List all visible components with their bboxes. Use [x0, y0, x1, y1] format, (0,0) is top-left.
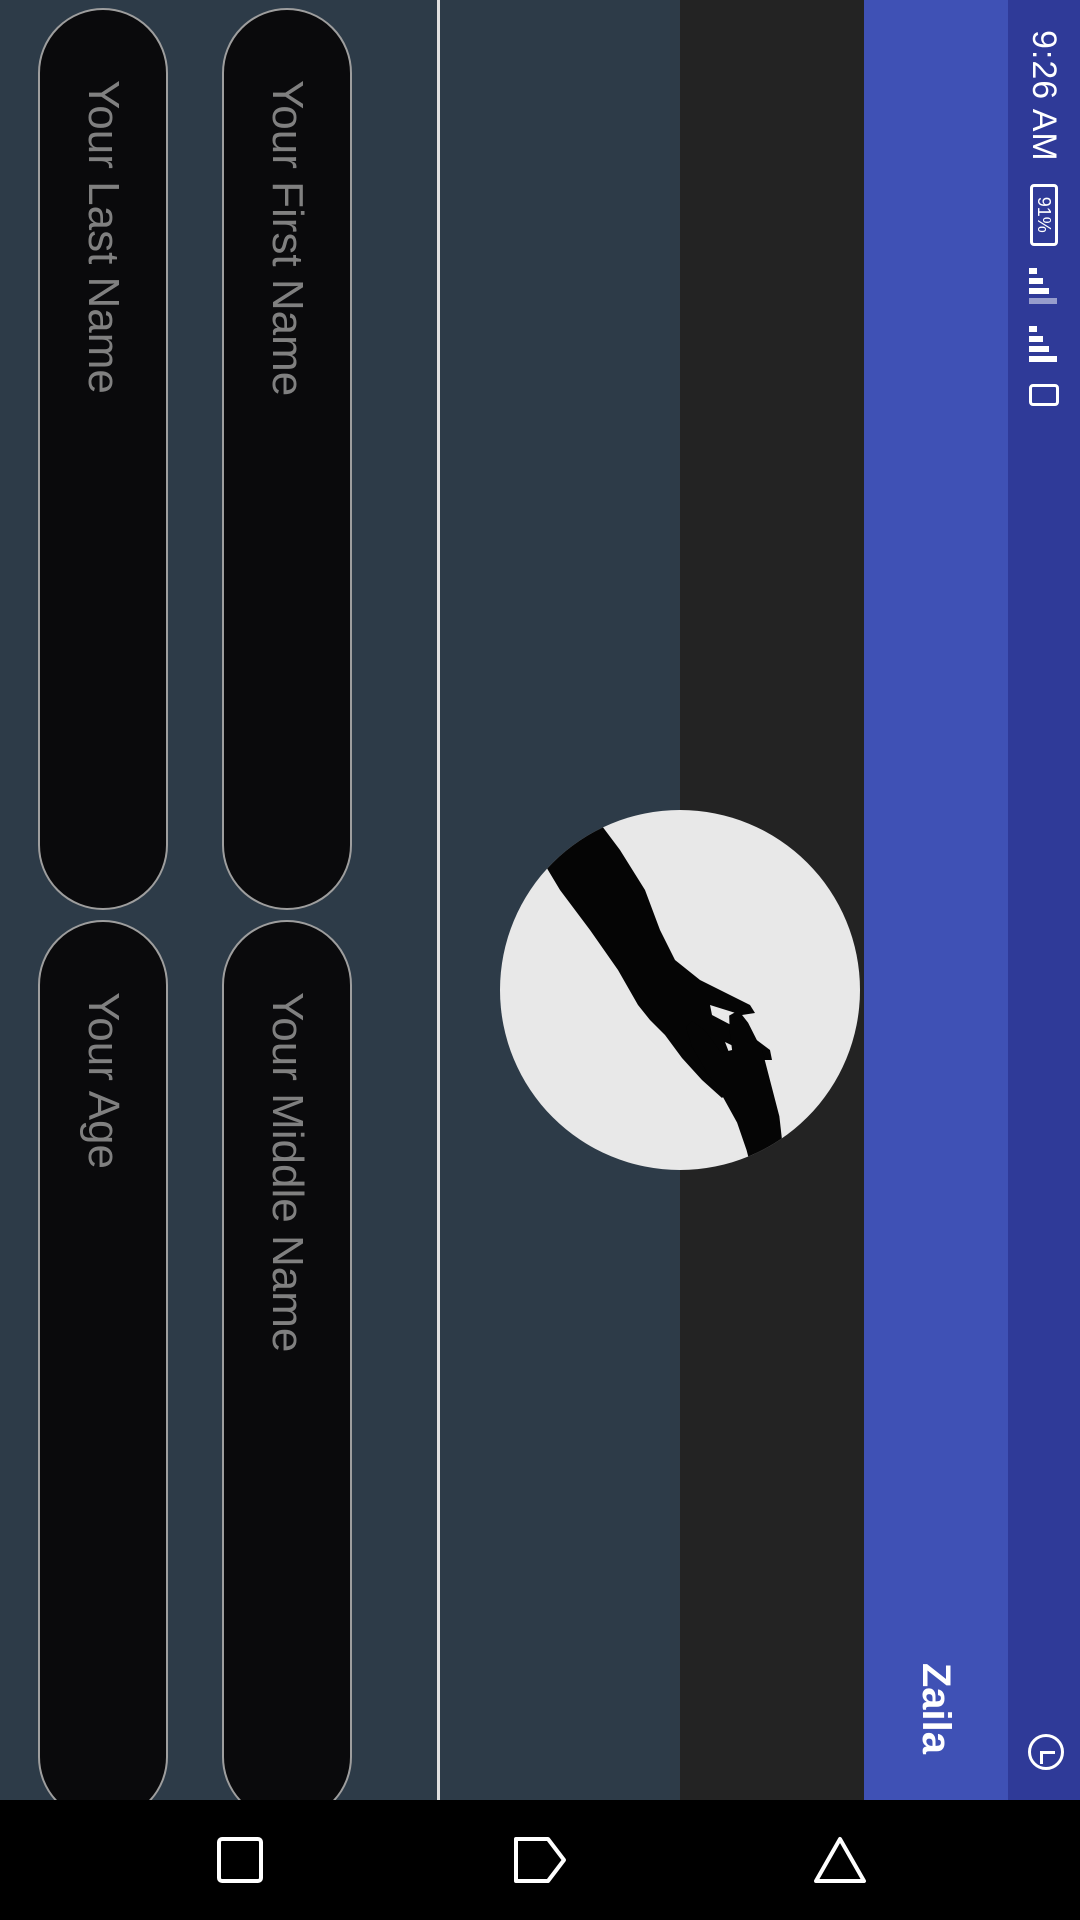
- first-name-field[interactable]: [222, 8, 352, 910]
- divider: [437, 0, 440, 1800]
- status-bar: 9:26 AM 91%: [1008, 0, 1080, 1800]
- battery-icon: 91%: [1030, 183, 1058, 246]
- vibrate-icon: [1029, 383, 1059, 406]
- profile-avatar[interactable]: [500, 810, 860, 1170]
- last-name-input[interactable]: [40, 10, 166, 908]
- back-icon: [514, 1837, 566, 1883]
- middle-name-input[interactable]: [224, 922, 350, 1800]
- navigation-bar: [0, 1800, 1080, 1920]
- last-name-field[interactable]: [38, 8, 168, 910]
- app-title: Zaila: [914, 1662, 958, 1754]
- app-bar: Zaila: [864, 0, 1008, 1800]
- first-name-input[interactable]: [224, 10, 350, 908]
- screen-viewport: 9:26 AM 91% Zaila: [0, 0, 1080, 1800]
- alarm-icon: [1028, 1734, 1064, 1770]
- home-icon: [814, 1837, 866, 1883]
- reaching-hands-icon: [520, 810, 787, 1170]
- status-left-group: 9:26 AM 91%: [1008, 30, 1080, 406]
- status-time: 9:26 AM: [1025, 30, 1064, 162]
- back-button[interactable]: [480, 1800, 600, 1920]
- age-input[interactable]: [40, 922, 166, 1800]
- home-button[interactable]: [780, 1800, 900, 1920]
- signal-icon: [1029, 325, 1059, 362]
- age-field[interactable]: [38, 920, 168, 1800]
- battery-level: 91%: [1034, 196, 1055, 233]
- recent-apps-icon: [217, 1837, 263, 1883]
- middle-name-field[interactable]: [222, 920, 352, 1800]
- recent-apps-button[interactable]: [180, 1800, 300, 1920]
- app-window: 9:26 AM 91% Zaila: [0, 0, 1080, 1800]
- signal-icon: [1029, 267, 1059, 304]
